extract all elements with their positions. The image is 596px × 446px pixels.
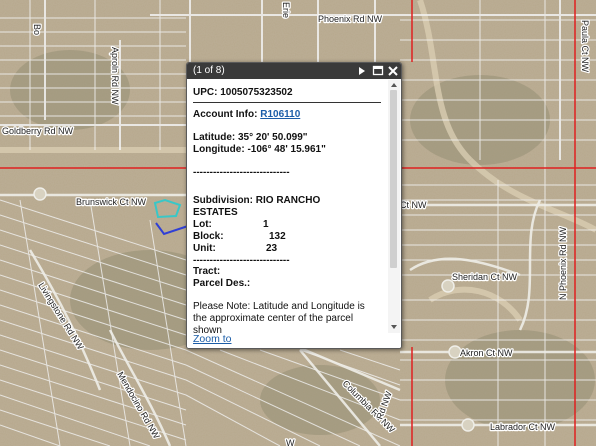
popup-title: (1 of 8) xyxy=(193,65,225,76)
longitude-label: Longitude: xyxy=(193,144,248,155)
longitude-value: -106° 48' 15.961" xyxy=(247,144,326,155)
popup-scrollbar[interactable] xyxy=(388,80,400,333)
street-label-w: W xyxy=(286,438,295,446)
block-value: 132 xyxy=(269,231,286,242)
block-label: Block: xyxy=(193,231,224,242)
maximize-button[interactable] xyxy=(371,63,385,79)
account-row: Account Info: R106110 xyxy=(193,109,300,120)
unit-value: 23 xyxy=(266,243,278,254)
parcel-des-label: Parcel Des.: xyxy=(193,278,251,289)
account-label: Account Info: xyxy=(193,109,261,120)
street-label-ct: Ct NW xyxy=(400,200,427,210)
note-line-2: the approximate center of the parcel xyxy=(193,313,354,324)
triangle-right-icon xyxy=(359,67,365,75)
close-icon xyxy=(388,66,398,76)
scroll-up-icon[interactable] xyxy=(388,81,400,89)
popup-footer: Zoom to xyxy=(187,333,401,348)
street-label-goldberry: Goldberry Rd NW xyxy=(2,126,74,136)
lot-label: Lot: xyxy=(193,219,212,230)
latitude-row: Latitude: 35° 20' 50.099" xyxy=(193,132,308,143)
street-label-erie: Erie xyxy=(281,2,291,18)
maximize-icon xyxy=(372,65,384,76)
street-label-akron: Akron Ct NW xyxy=(460,348,513,358)
account-link[interactable]: R106110 xyxy=(260,109,300,120)
upc-row: UPC: 1005075323502 xyxy=(193,87,293,98)
close-button[interactable] xyxy=(386,63,400,79)
next-feature-button[interactable] xyxy=(355,63,369,79)
zoom-to-link[interactable]: Zoom to xyxy=(193,333,232,345)
lot-value: 1 xyxy=(263,219,269,230)
info-popup[interactable]: (1 of 8) UPC: 1005075323502 Account Info… xyxy=(186,62,402,349)
street-label-labrador: Labrador Ct NW xyxy=(490,422,556,432)
longitude-row: Longitude: -106° 48' 15.961" xyxy=(193,144,326,155)
latitude-label: Latitude: xyxy=(193,132,238,143)
street-label-aproln: Aproln Rd NW xyxy=(110,47,120,105)
divider-1: ----------------------------- xyxy=(193,167,290,178)
popup-titlebar[interactable]: (1 of 8) xyxy=(187,63,401,79)
note-line-1: Please Note: Latitude and Longitude is xyxy=(193,301,365,312)
street-label-phoenix: Phoenix Rd NW xyxy=(318,14,383,24)
tract-label: Tract: xyxy=(193,266,221,277)
subdivision-row: Subdivision: RIO RANCHO xyxy=(193,195,320,206)
popup-content[interactable]: UPC: 1005075323502 Account Info: R106110… xyxy=(187,80,387,334)
street-label-brunswick: Brunswick Ct NW xyxy=(76,197,147,207)
header-divider xyxy=(193,102,381,103)
subdivision-value-line2: ESTATES xyxy=(193,207,238,218)
street-label-bo: Bo xyxy=(32,24,42,35)
street-label-sheridan: Sheridan Ct NW xyxy=(452,272,518,282)
subdivision-value-line1: RIO RANCHO xyxy=(255,195,321,206)
upc-label: UPC: xyxy=(193,87,221,98)
latitude-value: 35° 20' 50.099" xyxy=(238,132,308,143)
street-label-paula: Paula Ct NW xyxy=(580,20,590,73)
divider-2: ----------------------------- xyxy=(193,255,290,266)
upc-value: 1005075323502 xyxy=(220,87,293,98)
street-label-n-phoenix: N Phoenix Rd NW xyxy=(558,226,568,300)
subdivision-label: Subdivision: xyxy=(193,195,256,206)
unit-label: Unit: xyxy=(193,243,216,254)
scroll-thumb[interactable] xyxy=(390,90,397,268)
scroll-down-icon[interactable] xyxy=(388,323,400,331)
